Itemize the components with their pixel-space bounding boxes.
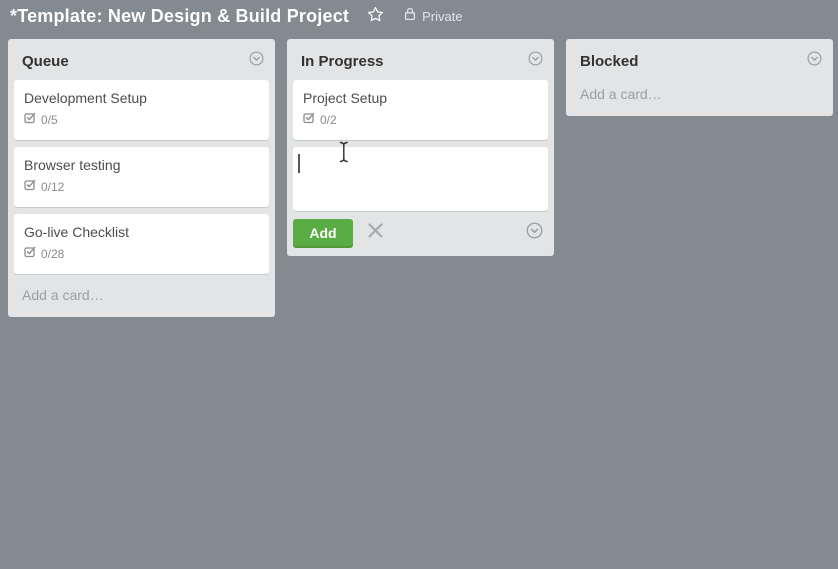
close-composer-button[interactable] <box>366 221 385 245</box>
list-header: In Progress <box>293 45 548 80</box>
list-title[interactable]: Blocked <box>580 53 638 70</box>
list-menu-button[interactable] <box>527 50 544 72</box>
add-card-submit-button[interactable]: Add <box>293 219 353 246</box>
chevron-down-circle-icon <box>249 51 264 71</box>
checklist-count: 0/28 <box>41 247 65 261</box>
checklist-badge: 0/28 <box>24 245 259 263</box>
add-card-link[interactable]: Add a card… <box>572 80 827 110</box>
checklist-badge: 0/5 <box>24 111 259 129</box>
checklist-icon <box>24 178 37 196</box>
star-icon <box>367 6 384 28</box>
card-composer-textarea[interactable] <box>293 147 548 211</box>
card-development-setup[interactable]: Development Setup 0/5 <box>14 80 269 140</box>
composer-controls: Add <box>293 219 548 250</box>
checklist-count: 0/2 <box>320 113 337 127</box>
list-menu-button[interactable] <box>806 50 823 72</box>
card-title: Go-live Checklist <box>24 224 130 240</box>
card-title: Development Setup <box>24 90 147 106</box>
card-project-setup[interactable]: Project Setup 0/2 <box>293 80 548 140</box>
chevron-down-circle-icon <box>528 51 543 71</box>
list-header: Blocked <box>572 45 827 80</box>
board-title[interactable]: *Template: New Design & Build Project <box>10 6 349 27</box>
chevron-down-circle-icon <box>526 222 543 244</box>
composer-menu-button[interactable] <box>525 221 544 245</box>
lock-icon <box>404 7 416 26</box>
card-title: Browser testing <box>24 157 121 173</box>
list-queue: Queue Development Setup 0/5 Browser test… <box>8 39 275 317</box>
add-card-link[interactable]: Add a card… <box>14 281 269 311</box>
chevron-down-circle-icon <box>807 51 822 71</box>
checklist-icon <box>24 111 37 129</box>
checklist-count: 0/5 <box>41 113 58 127</box>
list-in-progress: In Progress Project Setup 0/2 Add <box>287 39 554 256</box>
list-title[interactable]: Queue <box>22 53 69 70</box>
card-go-live-checklist[interactable]: Go-live Checklist 0/28 <box>14 214 269 274</box>
star-button[interactable] <box>367 6 384 28</box>
list-title[interactable]: In Progress <box>301 53 384 70</box>
checklist-count: 0/12 <box>41 180 65 194</box>
checklist-badge: 0/2 <box>303 111 538 129</box>
x-icon <box>366 221 385 245</box>
checklist-icon <box>303 111 316 129</box>
board-header: *Template: New Design & Build Project Pr… <box>0 0 838 33</box>
list-menu-button[interactable] <box>248 50 265 72</box>
checklist-icon <box>24 245 37 263</box>
card-title: Project Setup <box>303 90 388 106</box>
list-header: Queue <box>14 45 269 80</box>
board-canvas: Queue Development Setup 0/5 Browser test… <box>0 33 838 317</box>
text-caret <box>298 154 300 173</box>
visibility-label: Private <box>422 9 463 24</box>
checklist-badge: 0/12 <box>24 178 259 196</box>
list-blocked: Blocked Add a card… <box>566 39 833 116</box>
card-browser-testing[interactable]: Browser testing 0/12 <box>14 147 269 207</box>
visibility-badge[interactable]: Private <box>404 7 463 26</box>
